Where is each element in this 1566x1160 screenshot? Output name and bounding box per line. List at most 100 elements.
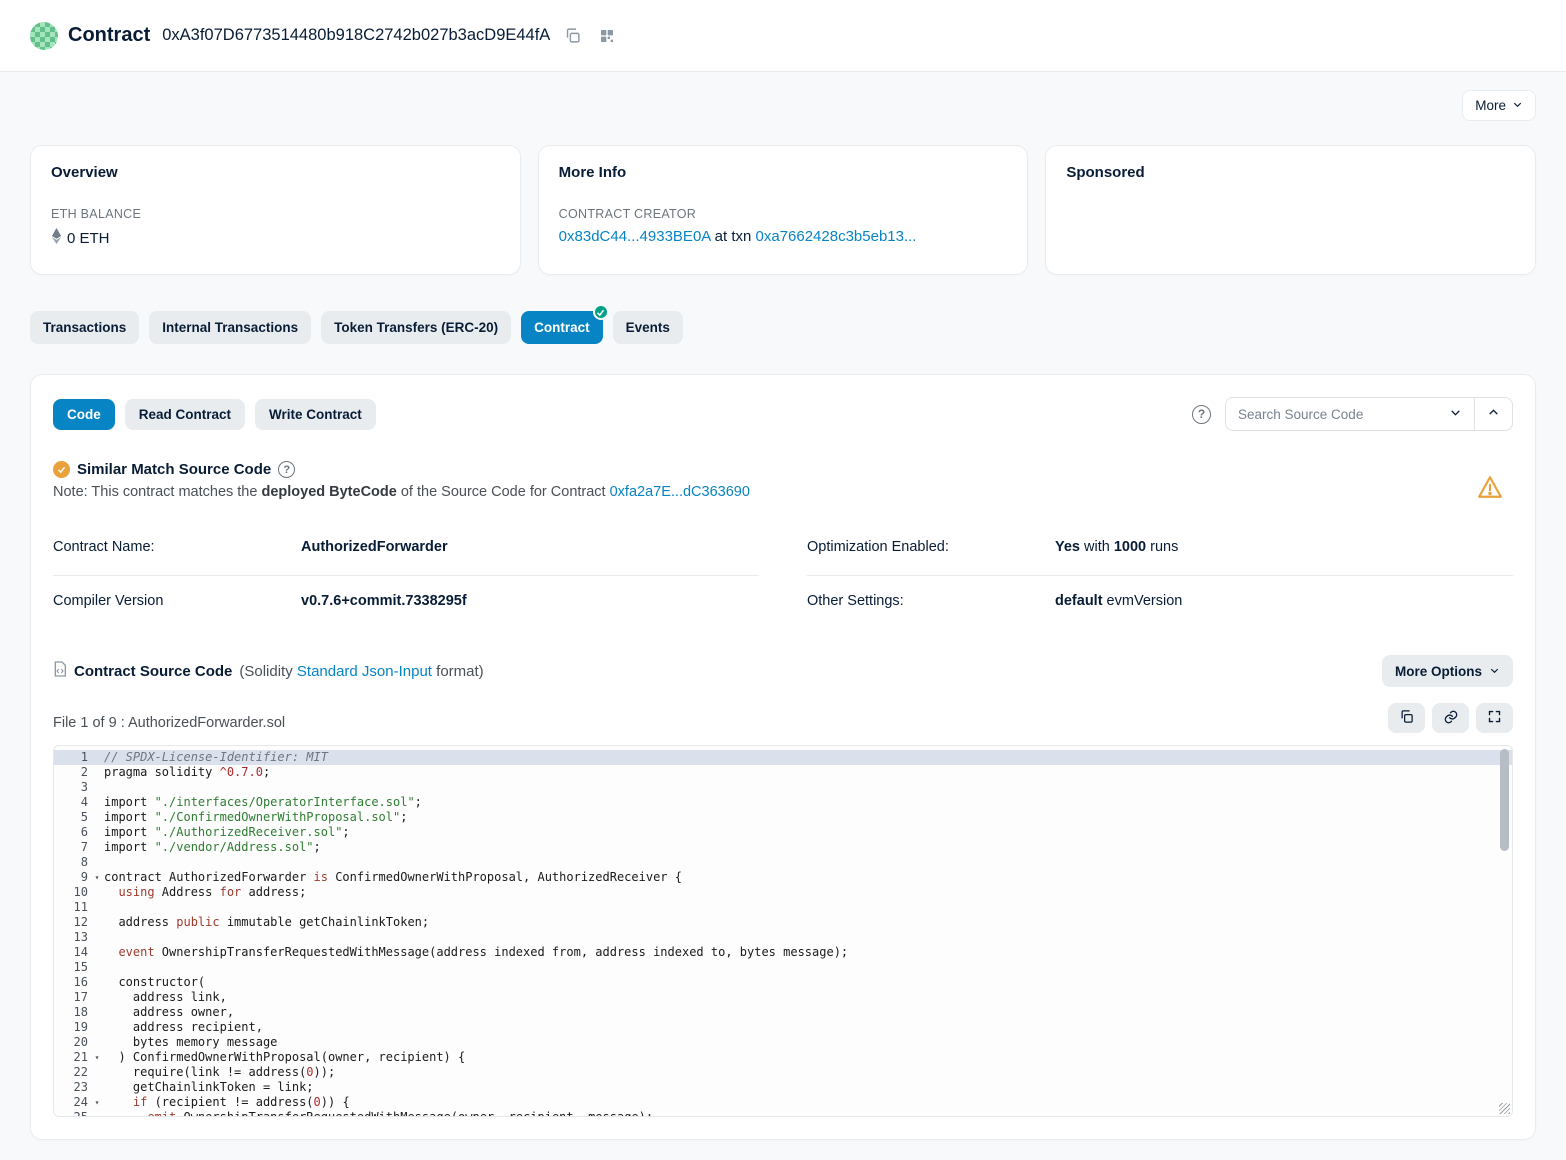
- code-text: getChainlinkToken = link;: [104, 1080, 1512, 1095]
- line-number[interactable]: 8: [54, 855, 90, 870]
- qr-code-icon: [599, 28, 615, 44]
- resize-handle[interactable]: [1499, 1103, 1510, 1114]
- toolbar-row: More: [30, 90, 1536, 121]
- line-number[interactable]: 25: [54, 1110, 90, 1117]
- line-number[interactable]: 20: [54, 1035, 90, 1050]
- similar-match-help-icon[interactable]: ?: [278, 461, 295, 478]
- line-number[interactable]: 10: [54, 885, 90, 900]
- code-line: 7import "./vendor/Address.sol";: [54, 840, 1512, 855]
- matched-contract-link[interactable]: 0xfa2a7E...dC363690: [610, 484, 750, 500]
- fold-toggle-icon[interactable]: ▾: [90, 1050, 104, 1065]
- tab-label: Contract: [534, 320, 590, 335]
- code-line: 21▾ ) ConfirmedOwnerWithProposal(owner, …: [54, 1050, 1512, 1065]
- subtab-read-contract[interactable]: Read Contract: [125, 399, 245, 430]
- line-number[interactable]: 16: [54, 975, 90, 990]
- fold-spacer: [90, 885, 104, 900]
- permalink-button[interactable]: [1432, 703, 1469, 733]
- code-text: [104, 780, 1512, 795]
- line-number[interactable]: 2: [54, 765, 90, 780]
- line-number[interactable]: 11: [54, 900, 90, 915]
- line-number[interactable]: 23: [54, 1080, 90, 1095]
- match-note-bold: deployed ByteCode: [261, 484, 396, 500]
- search-prev-button[interactable]: [1475, 397, 1513, 431]
- fold-spacer: [90, 1035, 104, 1050]
- tab-internal-transactions[interactable]: Internal Transactions: [149, 311, 311, 344]
- expand-button[interactable]: [1476, 703, 1513, 733]
- line-number[interactable]: 13: [54, 930, 90, 945]
- subtab-code[interactable]: Code: [53, 399, 115, 430]
- code-scrollbar-thumb[interactable]: [1500, 749, 1509, 851]
- code-text: contract AuthorizedForwarder is Confirme…: [104, 870, 1512, 885]
- metadata-left-column: Contract Name: AuthorizedForwarder Compi…: [53, 522, 759, 629]
- help-icon[interactable]: ?: [1192, 405, 1211, 424]
- fold-spacer: [90, 1005, 104, 1020]
- line-number[interactable]: 7: [54, 840, 90, 855]
- summary-cards: Overview ETH BALANCE 0 ETH More Info CON…: [30, 145, 1536, 275]
- line-number[interactable]: 15: [54, 960, 90, 975]
- more-button[interactable]: More: [1462, 90, 1536, 121]
- search-source-code-input[interactable]: [1225, 397, 1437, 431]
- tab-transactions[interactable]: Transactions: [30, 311, 139, 344]
- tab-token-transfers[interactable]: Token Transfers (ERC-20): [321, 311, 511, 344]
- code-text: [104, 930, 1512, 945]
- code-text: ) ConfirmedOwnerWithProposal(owner, reci…: [104, 1050, 1512, 1065]
- tab-label: Token Transfers (ERC-20): [334, 320, 498, 335]
- line-number[interactable]: 12: [54, 915, 90, 930]
- code-line: 12 address public immutable getChainlink…: [54, 915, 1512, 930]
- code-line: 8: [54, 855, 1512, 870]
- contract-metadata: Contract Name: AuthorizedForwarder Compi…: [53, 522, 1513, 629]
- copy-source-button[interactable]: [1388, 703, 1425, 733]
- creation-txn-link[interactable]: 0xa7662428c3b5eb13...: [756, 228, 917, 245]
- line-number[interactable]: 9: [54, 870, 90, 885]
- line-number[interactable]: 14: [54, 945, 90, 960]
- fold-spacer: [90, 1080, 104, 1095]
- creator-address-link[interactable]: 0x83dC44...4933BE0A: [559, 228, 711, 245]
- code-line: 13: [54, 930, 1512, 945]
- fold-spacer: [90, 945, 104, 960]
- source-code-editor[interactable]: 1// SPDX-License-Identifier: MIT2pragma …: [53, 745, 1513, 1117]
- code-text: import "./interfaces/OperatorInterface.s…: [104, 795, 1512, 810]
- more-info-title: More Info: [559, 164, 1008, 181]
- code-line: 18 address owner,: [54, 1005, 1512, 1020]
- fold-spacer: [90, 960, 104, 975]
- code-text: require(link != address(0));: [104, 1065, 1512, 1080]
- code-text: address recipient,: [104, 1020, 1512, 1035]
- line-number[interactable]: 4: [54, 795, 90, 810]
- qr-code-button[interactable]: [595, 24, 619, 48]
- line-number[interactable]: 17: [54, 990, 90, 1005]
- fold-toggle-icon[interactable]: ▾: [90, 870, 104, 885]
- eth-balance-value: 0 ETH: [67, 230, 110, 247]
- tab-contract[interactable]: Contract: [521, 311, 603, 344]
- fold-toggle-icon[interactable]: ▾: [90, 1095, 104, 1110]
- line-number[interactable]: 3: [54, 780, 90, 795]
- line-number[interactable]: 5: [54, 810, 90, 825]
- contract-address: 0xA3f07D6773514480b918C2742b027b3acD9E44…: [162, 26, 550, 45]
- contract-name-value: AuthorizedForwarder: [301, 539, 448, 555]
- copy-address-button[interactable]: [560, 23, 585, 48]
- file-icon: [53, 661, 67, 681]
- contract-subtabs-row: Code Read Contract Write Contract ?: [53, 397, 1513, 431]
- line-number[interactable]: 19: [54, 1020, 90, 1035]
- line-number[interactable]: 18: [54, 1005, 90, 1020]
- optimization-runs-word: runs: [1146, 539, 1178, 555]
- more-options-button[interactable]: More Options: [1382, 655, 1513, 687]
- line-number[interactable]: 21: [54, 1050, 90, 1065]
- match-title-row: Similar Match Source Code ?: [53, 461, 1513, 478]
- line-number[interactable]: 1: [54, 750, 90, 765]
- subtab-write-contract[interactable]: Write Contract: [255, 399, 376, 430]
- more-options-label: More Options: [1395, 664, 1482, 679]
- tab-label: Transactions: [43, 320, 126, 335]
- search-next-button[interactable]: [1437, 397, 1475, 431]
- standard-json-input-link[interactable]: Standard Json-Input: [297, 663, 432, 680]
- line-number[interactable]: 24: [54, 1095, 90, 1110]
- line-number[interactable]: 22: [54, 1065, 90, 1080]
- code-text: // SPDX-License-Identifier: MIT: [104, 750, 1512, 765]
- tab-events[interactable]: Events: [613, 311, 683, 344]
- file-info-label: File 1 of 9 : AuthorizedForwarder.sol: [53, 715, 285, 733]
- fold-spacer: [90, 765, 104, 780]
- code-text: import "./ConfirmedOwnerWithProposal.sol…: [104, 810, 1512, 825]
- line-number[interactable]: 6: [54, 825, 90, 840]
- code-line: 25 emit OwnershipTransferRequestedWithMe…: [54, 1110, 1512, 1117]
- fold-spacer: [90, 1065, 104, 1080]
- copy-icon: [1399, 709, 1414, 727]
